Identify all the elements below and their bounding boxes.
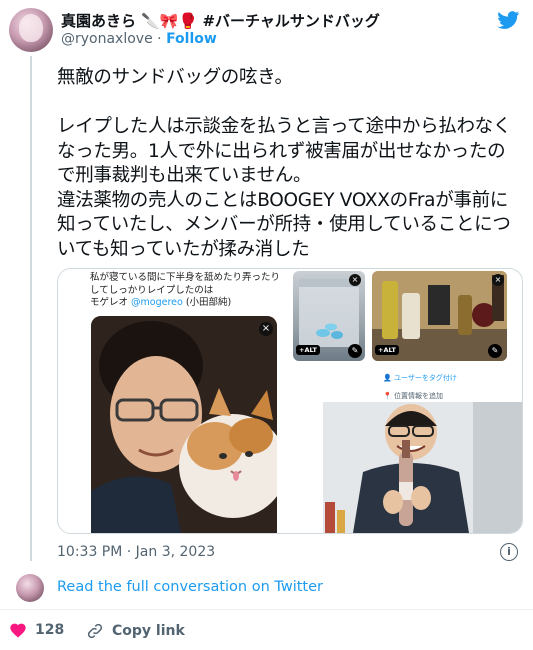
pen-icon[interactable]: ✎: [348, 344, 362, 358]
tweet-media[interactable]: 私が寝ている間に下半身を舐めたり弄ったり してしっかりレイプしたのは モゲレオ …: [57, 268, 523, 534]
link-icon: [87, 623, 103, 639]
tweet-text: 無敵のサンドバッグの呟き。 レイプした人は示談金を払うと言って途中から払わなくな…: [57, 67, 512, 260]
close-icon[interactable]: ×: [259, 322, 273, 336]
photo-man-with-bottle[interactable]: [323, 402, 522, 533]
read-full-conversation-link[interactable]: Read the full conversation on Twitter: [57, 579, 323, 595]
location-pin-icon: 📍: [383, 392, 392, 400]
caption-realname: (小田部純): [182, 297, 232, 308]
alt-badge[interactable]: +ALT: [375, 345, 399, 355]
close-icon[interactable]: ×: [492, 274, 504, 286]
photo-bag-pills[interactable]: × +ALT ✎: [293, 271, 365, 361]
tag-people-row[interactable]: 👤 ユーザーをタグ付け: [383, 373, 457, 383]
author-display-name[interactable]: 真園あきら 🔪🎀🥊 #バーチャルサンドバッグ: [61, 10, 380, 31]
footer-divider: [0, 609, 533, 610]
like-count: 128: [35, 622, 65, 638]
author-handle-row: @ryonaxlove · Follow: [61, 31, 217, 47]
media-right-screenshot[interactable]: × +ALT ✎ × +ALT ✎ 👤 ユーザーをタグ付け 📍 位置情報を追加: [291, 269, 522, 533]
twitter-bird-icon[interactable]: [496, 9, 521, 31]
man-with-bottle-drawing: [323, 402, 522, 533]
like-button[interactable]: 128: [9, 622, 64, 638]
add-location-label: 位置情報を追加: [393, 392, 443, 400]
photo-bottles-table[interactable]: × +ALT ✎: [372, 271, 507, 361]
copy-link-label: Copy link: [112, 623, 185, 639]
handle-separator: ·: [157, 31, 162, 47]
alt-badge[interactable]: +ALT: [296, 345, 320, 355]
author-handle[interactable]: @ryonaxlove: [61, 31, 153, 47]
embedded-tweet-card: 真園あきら 🔪🎀🥊 #バーチャルサンドバッグ @ryonaxlove · Fol…: [0, 0, 533, 650]
photo-man-with-cat-drawing: [91, 316, 277, 533]
tag-people-label: ユーザーをタグ付け: [393, 374, 457, 382]
caption-line-1: 私が寝ている間に下半身を舐めたり弄ったり: [90, 272, 281, 283]
info-icon[interactable]: i: [500, 543, 518, 561]
reply-avatar[interactable]: [16, 574, 44, 602]
add-location-row[interactable]: 📍 位置情報を追加: [383, 391, 443, 401]
caption-line-3: モゲレオ @mogereo (小田部純): [90, 297, 280, 310]
heart-icon: [10, 623, 26, 638]
close-icon[interactable]: ×: [349, 274, 361, 286]
caption-name: モゲレオ: [90, 297, 132, 308]
caption-mention-link[interactable]: @mogereo: [131, 297, 183, 308]
tweet-timestamp[interactable]: 10:33 PM · Jan 3, 2023: [57, 544, 215, 560]
author-avatar[interactable]: [9, 8, 53, 52]
pen-icon[interactable]: ✎: [488, 344, 502, 358]
thread-line: [30, 56, 32, 561]
media-left-image[interactable]: 私が寝ている間に下半身を舐めたり弄ったり してしっかりレイプしたのは モゲレオ …: [58, 269, 289, 533]
person-tag-icon: 👤: [383, 374, 392, 382]
caption-line-2: してしっかりレイプしたのは: [90, 284, 214, 296]
follow-button[interactable]: Follow: [166, 31, 217, 47]
media-left-caption: 私が寝ている間に下半身を舐めたり弄ったり してしっかりレイプしたのは モゲレオ …: [90, 272, 280, 310]
photo-man-with-cat[interactable]: ×: [91, 316, 277, 533]
copy-link-button[interactable]: Copy link: [86, 622, 185, 640]
